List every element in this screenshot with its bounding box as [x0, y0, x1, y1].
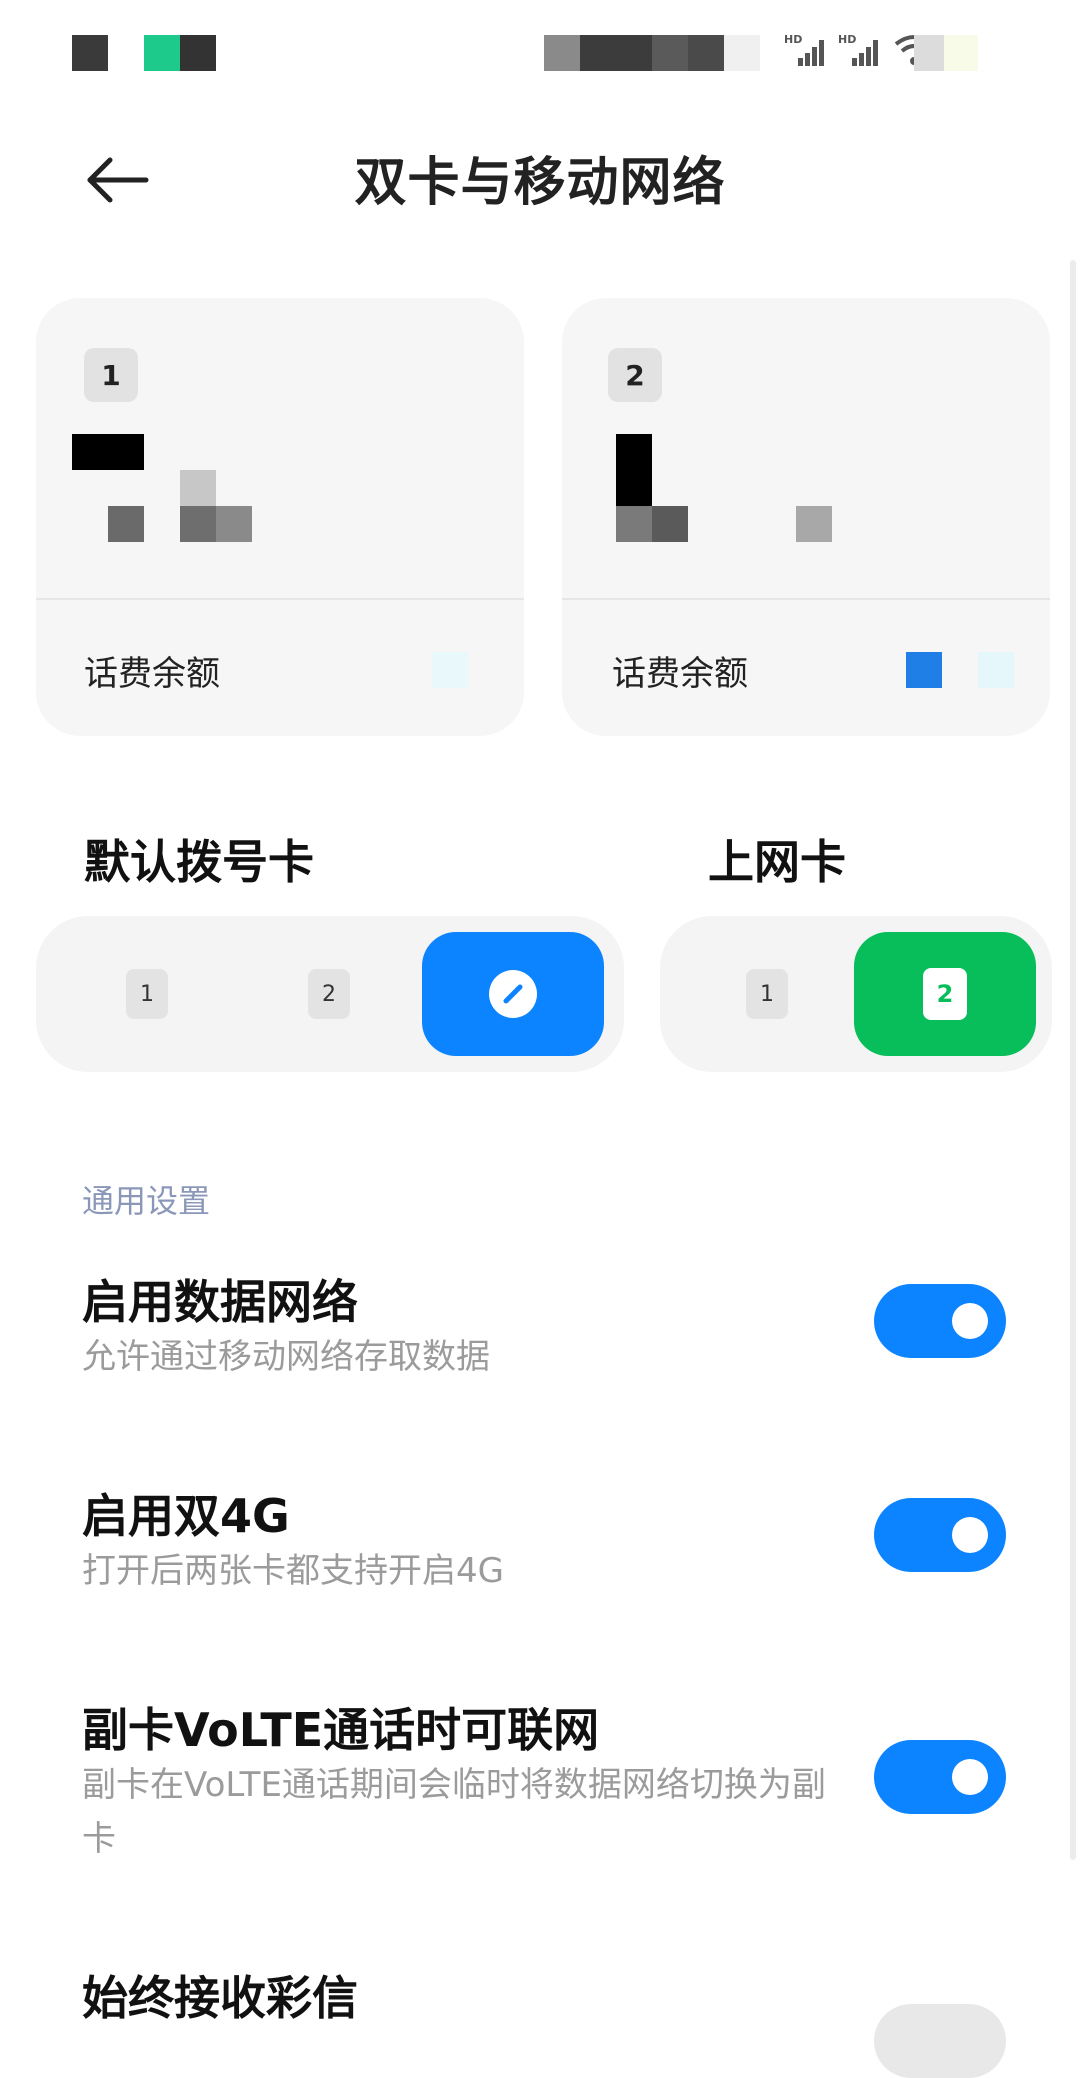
setting-subtitle: 允许通过移动网络存取数据 [82, 1337, 490, 1377]
sim-slot-badge: 1 [84, 348, 138, 402]
card-divider [562, 598, 1050, 600]
redacted-pixel [180, 506, 216, 542]
status-redacted-block [652, 35, 688, 71]
default-dial-selector: 1 2 [36, 916, 624, 1072]
svg-text:HD: HD [784, 33, 802, 46]
setting-title: 启用双4G [82, 1489, 290, 1543]
sim-card-2[interactable]: 2 话费余额 [562, 298, 1050, 736]
dual-4g-toggle[interactable] [874, 1498, 1006, 1572]
setting-subtitle: 副卡在VoLTE通话期间会临时将数据网络切换为副卡 [82, 1765, 826, 1859]
card-divider [36, 598, 524, 600]
redacted-pixel [796, 506, 832, 542]
redacted-pixel [108, 506, 144, 542]
data-network-toggle[interactable] [874, 1284, 1006, 1358]
hd-signal-icon: HD [838, 33, 878, 66]
hd-signal-icon: HD [784, 33, 824, 66]
status-redacted-block [72, 35, 108, 71]
redacted-pixel [432, 652, 468, 688]
page-title: 双卡与移动网络 [354, 153, 726, 213]
setting-subtitle: 打开后两张卡都支持开启4G [82, 1551, 504, 1591]
dial-option-sim1[interactable]: 1 [126, 969, 168, 1019]
redacted-pixel [616, 434, 652, 506]
scrollbar[interactable] [1070, 260, 1076, 1860]
data-option-sim1[interactable]: 1 [746, 969, 788, 1019]
status-redacted-block [724, 35, 760, 71]
redacted-pixel [72, 434, 144, 470]
data-sim-selector: 1 2 [660, 916, 1052, 1072]
sim-slot-badge: 2 [608, 348, 662, 402]
status-redacted-block [144, 35, 180, 71]
battery-redacted [944, 35, 978, 71]
dial-option-ask[interactable] [422, 932, 604, 1056]
balance-label: 话费余额 [612, 654, 748, 694]
redacted-pixel [616, 506, 652, 542]
toggle-knob [952, 1759, 988, 1795]
battery-redacted [914, 35, 944, 71]
ask-each-time-icon [489, 970, 537, 1018]
status-redacted-block [688, 35, 724, 71]
status-redacted-block [544, 35, 580, 71]
redacted-pixel [180, 470, 216, 506]
redacted-pixel [906, 652, 942, 688]
always-mms-toggle[interactable] [874, 2004, 1006, 2078]
general-settings-label: 通用设置 [82, 1182, 211, 1220]
setting-title: 副卡VoLTE通话时可联网 [82, 1703, 600, 1757]
toggle-knob [952, 1303, 988, 1339]
redacted-pixel [652, 506, 688, 542]
sim-card-1[interactable]: 1 话费余额 [36, 298, 524, 736]
balance-label: 话费余额 [84, 654, 220, 694]
status-redacted-block [580, 35, 652, 71]
status-redacted-block [180, 35, 216, 71]
default-dial-label: 默认拨号卡 [84, 835, 314, 889]
volte-data-toggle[interactable] [874, 1740, 1006, 1814]
data-sim-label: 上网卡 [708, 835, 846, 889]
setting-title: 始终接收彩信 [82, 1971, 358, 2025]
toggle-knob [952, 1517, 988, 1553]
redacted-pixel [216, 506, 252, 542]
svg-text:HD: HD [838, 33, 856, 46]
sim-card-icon: 2 [923, 968, 967, 1020]
dial-option-sim2[interactable]: 2 [308, 969, 350, 1019]
data-option-sim2[interactable]: 2 [854, 932, 1036, 1056]
redacted-pixel [978, 652, 1014, 688]
setting-title: 启用数据网络 [82, 1275, 358, 1329]
